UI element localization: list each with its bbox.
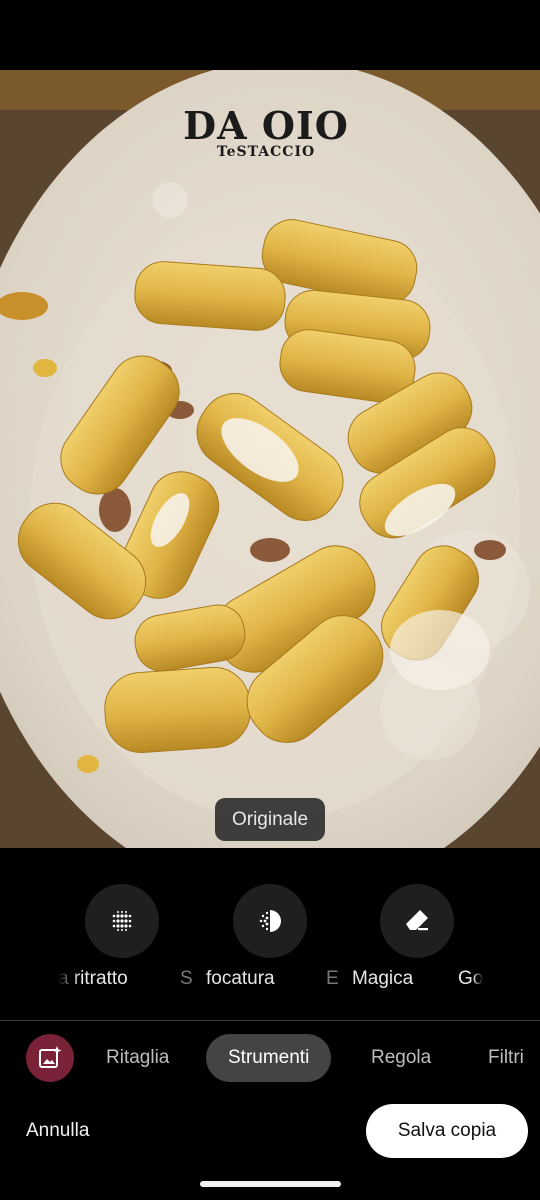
tab-adjust[interactable]: Regola [371,1030,431,1086]
editor-tabs: Ritaglia Strumenti Regola Filtri [0,1030,540,1086]
portrait-light-icon [112,911,132,931]
suggestions-button[interactable] [26,1034,74,1082]
home-indicator[interactable] [200,1181,341,1187]
eraser-icon [406,910,428,931]
original-label: Originale [231,808,309,830]
save-copy-button[interactable]: Salva copia [366,1104,528,1158]
photo-sparkle-icon [39,1046,62,1068]
tab-tools[interactable]: Strumenti [206,1034,332,1082]
magic-eraser-tool-button[interactable] [380,884,454,958]
original-toggle[interactable]: Originale [215,798,325,841]
tab-filters[interactable]: Filtri [488,1030,524,1086]
blur-tool-button[interactable] [233,884,307,958]
photo-preview[interactable]: DA OIO TeSTACCIO [0,70,540,848]
divider [0,1020,540,1021]
tool-label-blur[interactable]: S focatura [180,968,275,990]
tools-carousel[interactable]: a ritratto S focatura E Magica Go [0,884,540,1004]
tool-label-magic-eraser[interactable]: E Magica [326,968,413,990]
blur-icon [259,910,281,932]
tool-label-portrait[interactable]: a ritratto [58,968,128,990]
action-bar: Annulla Salva copia [0,1104,540,1160]
tool-label-partial[interactable]: Go [458,968,483,990]
pasta-photo [0,70,540,848]
cancel-button[interactable]: Annulla [26,1104,89,1158]
tab-crop[interactable]: Ritaglia [106,1030,169,1086]
portrait-light-tool-button[interactable] [85,884,159,958]
